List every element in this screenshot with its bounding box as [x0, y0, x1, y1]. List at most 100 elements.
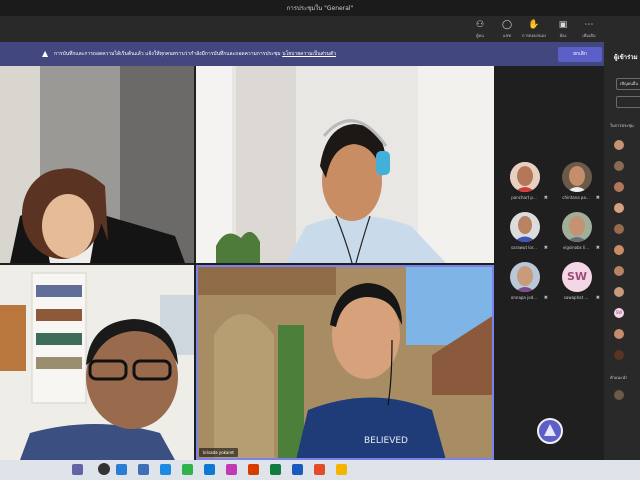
- avatar: [614, 329, 624, 339]
- panel-row[interactable]: [610, 348, 640, 362]
- store-icon[interactable]: [160, 464, 171, 475]
- panel-row[interactable]: [610, 285, 640, 299]
- powerpoint-icon[interactable]: [248, 464, 259, 475]
- search-input[interactable]: [616, 96, 640, 108]
- avatar: [614, 203, 624, 213]
- reactions-icon: ✋: [528, 20, 540, 30]
- file-explorer-icon[interactable]: [138, 464, 149, 475]
- participant-name: panchart p...: [511, 195, 537, 200]
- mail-icon[interactable]: [204, 464, 215, 475]
- people-button-label: ผู้คน: [476, 33, 484, 38]
- mic-off-icon: ✖: [595, 295, 600, 301]
- excel-icon[interactable]: [270, 464, 281, 475]
- line-icon[interactable]: [182, 464, 193, 475]
- panel-row[interactable]: [610, 201, 640, 215]
- panel-row[interactable]: [610, 159, 640, 173]
- avatar: [614, 161, 624, 171]
- more-button[interactable]: ⋯ เพิ่มเติม: [576, 19, 602, 41]
- section-others[interactable]: คำแนะนำ: [610, 374, 627, 381]
- rooms-button[interactable]: ▣ ห้อง: [550, 19, 576, 41]
- video-feed-4: BELIEVED: [196, 265, 494, 460]
- reactions-button[interactable]: ✋ การตอบสนอง: [521, 19, 547, 41]
- avatar: [614, 350, 624, 360]
- avatar: [562, 162, 592, 192]
- rooms-button-label: ห้อง: [559, 33, 567, 38]
- avatar: [614, 224, 624, 234]
- title-bar: การประชุมใน "General": [0, 0, 640, 16]
- video-tile-3[interactable]: [0, 265, 194, 460]
- warning-icon: ▲: [42, 49, 49, 58]
- edge-icon[interactable]: [116, 464, 127, 475]
- chat-icon: ◯: [501, 20, 513, 30]
- shirt-print: BELIEVED: [364, 436, 408, 446]
- mic-off-icon: ✖: [595, 245, 600, 251]
- panel-row[interactable]: SW: [610, 306, 640, 320]
- banner-text: การบันทึกและการถอดความได้เริ่มต้นแล้ว แจ…: [54, 51, 281, 57]
- people-icon: ⚇: [475, 20, 485, 30]
- mic-off-icon: ✖: [595, 195, 600, 201]
- participant-name: chintana pa...: [562, 195, 590, 200]
- panel-title: ผู้เข้าร่วม: [614, 54, 638, 61]
- avatar: [614, 266, 624, 276]
- window-title: การประชุมใน "General": [286, 5, 354, 12]
- reactions-button-label: การตอบสนอง: [522, 33, 546, 38]
- video-feed-2: [196, 66, 494, 263]
- invite-field[interactable]: เชิญคนอื่น: [616, 78, 640, 90]
- gallery-participant-3[interactable]: sarawut lor... ✖: [498, 212, 550, 260]
- teams-icon[interactable]: [72, 464, 83, 475]
- gallery-participant-4[interactable]: vigsinobs li... ✖: [550, 212, 602, 260]
- participant-name: vigsinobs li...: [562, 245, 590, 250]
- banner-message: การบันทึกและการถอดความได้เริ่มต้นแล้ว แจ…: [54, 50, 336, 58]
- meeting-toolbar: ⚇ ผู้คน ◯ แชท ✋ การตอบสนอง ▣ ห้อง ⋯ เพิ่…: [0, 16, 640, 42]
- photos-icon[interactable]: [226, 464, 237, 475]
- tile-4-name: krisada yokaret: [199, 448, 238, 457]
- privacy-link[interactable]: นโยบายความเป็นส่วนตัว: [282, 51, 336, 57]
- panel-row[interactable]: [610, 264, 640, 278]
- video-tile-1[interactable]: [0, 66, 194, 263]
- avatar: [614, 182, 624, 192]
- panel-row[interactable]: [610, 180, 640, 194]
- chrome-icon[interactable]: [314, 464, 325, 475]
- folder-icon[interactable]: [336, 464, 347, 475]
- mic-off-icon: ✖: [543, 295, 548, 301]
- participant-name: onnapa jod...: [510, 295, 538, 300]
- avatar: [614, 287, 624, 297]
- panel-row[interactable]: [610, 327, 640, 341]
- participants-panel: ผู้เข้าร่วม เชิญคนอื่น ในการประชุม SW คำ…: [604, 42, 640, 460]
- panel-row[interactable]: [610, 138, 640, 152]
- gallery-participant-5[interactable]: onnapa jod... ✖: [498, 262, 550, 310]
- more-button-label: เพิ่มเติม: [582, 33, 596, 38]
- teams-meeting-window: การประชุมใน "General" ⚇ ผู้คน ◯ แชท ✋ กา…: [0, 0, 640, 480]
- avatar-initials: SW: [614, 308, 624, 318]
- search-icon[interactable]: [98, 463, 110, 475]
- section-in-meeting[interactable]: ในการประชุม: [610, 122, 634, 129]
- avatar: [614, 390, 624, 400]
- avatar: [510, 262, 540, 292]
- avatar: [510, 162, 540, 192]
- participant-name: sawaphat ...: [563, 295, 589, 300]
- recording-banner: ▲ การบันทึกและการถอดความได้เริ่มต้นแล้ว …: [0, 42, 604, 66]
- gallery-participant-6[interactable]: SW sawaphat ... ✖: [550, 262, 602, 310]
- panel-row[interactable]: [610, 222, 640, 236]
- participant-gallery: panchart p... ✖ chintana pa... ✖ sarawut…: [496, 66, 604, 460]
- video-tile-4[interactable]: BELIEVED krisada yokaret: [196, 265, 494, 460]
- gallery-participant-1[interactable]: panchart p... ✖: [498, 162, 550, 210]
- panel-row[interactable]: [610, 388, 640, 402]
- dismiss-button[interactable]: ยกเลิก: [558, 47, 602, 62]
- more-icon: ⋯: [584, 20, 594, 30]
- video-tile-2[interactable]: [196, 66, 494, 263]
- avatar: [562, 212, 592, 242]
- video-feed-1: [0, 66, 194, 263]
- avatar-initials: SW: [562, 262, 592, 292]
- panel-row[interactable]: [610, 243, 640, 257]
- chat-button[interactable]: ◯ แชท: [494, 19, 520, 41]
- people-button[interactable]: ⚇ ผู้คน: [467, 19, 493, 41]
- chat-button-label: แชท: [503, 33, 511, 38]
- avatar: [614, 245, 624, 255]
- rooms-icon: ▣: [558, 20, 568, 30]
- avatar: [510, 212, 540, 242]
- mic-off-icon: ✖: [543, 245, 548, 251]
- word-icon[interactable]: [292, 464, 303, 475]
- self-view-avatar[interactable]: [537, 418, 563, 444]
- gallery-participant-2[interactable]: chintana pa... ✖: [550, 162, 602, 210]
